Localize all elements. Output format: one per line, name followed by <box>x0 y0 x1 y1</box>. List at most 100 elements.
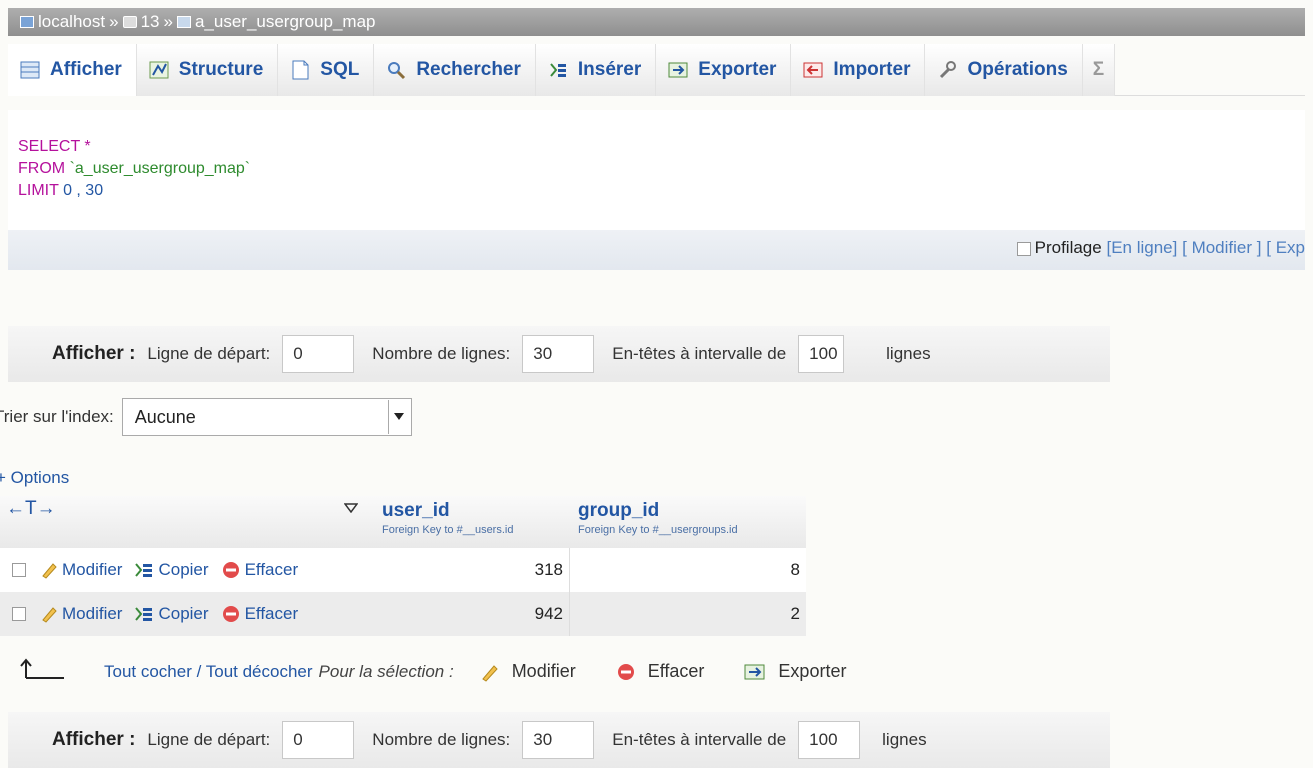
foreign-key-note: Foreign Key to #__usergroups.id <box>578 524 738 536</box>
sort-selected-value: Aucune <box>134 406 196 427</box>
profiling-links: Profilage [En ligne] [ Modifier ] [ Exp <box>1016 238 1305 258</box>
sort-index-select[interactable]: Aucune <box>121 398 412 436</box>
start-row-label: Ligne de départ: <box>147 344 271 363</box>
select-all-link[interactable]: Tout cocher / Tout décocher <box>104 662 313 682</box>
bulk-delete-label: Effacer <box>647 661 705 681</box>
pencil-icon <box>40 561 58 579</box>
column-header-user-id[interactable]: user_id Foreign Key to #__users.id <box>382 500 513 536</box>
sql-star: * <box>84 138 91 155</box>
delete-row-button[interactable]: Effacer <box>221 604 299 624</box>
copy-label: Copier <box>158 560 209 579</box>
copy-row-button[interactable]: Copier <box>134 604 209 624</box>
tab-structure[interactable]: Structure <box>136 44 279 96</box>
server-icon <box>20 16 34 28</box>
sql-from-keyword: FROM <box>18 160 66 177</box>
tab-sql[interactable]: SQL <box>278 44 375 96</box>
sort-triangle-icon[interactable] <box>343 500 359 516</box>
edit-label: Modifier <box>62 604 123 623</box>
database-icon <box>122 16 137 28</box>
bulk-delete-button[interactable]: Effacer <box>616 661 705 682</box>
delete-label: Effacer <box>244 604 299 623</box>
chevron-down-icon[interactable] <box>387 400 410 434</box>
breadcrumb: localhost » 13 » a_user_usergroup_map <box>8 8 1305 36</box>
start-row-label: Ligne de départ: <box>147 730 271 749</box>
breadcrumb-separator: » <box>109 12 119 31</box>
column-arrows-icon[interactable]: ←T→ <box>6 498 56 520</box>
edit-row-button[interactable]: Modifier <box>40 560 122 580</box>
row-count-input[interactable]: 30 <box>522 721 595 759</box>
profiling-label: Profilage <box>1034 238 1102 257</box>
cell-user-id[interactable]: 318 <box>380 548 570 592</box>
show-label: Afficher : <box>52 343 136 364</box>
search-icon <box>386 60 406 80</box>
tab-label: Afficher <box>50 59 122 80</box>
edit-label: Modifier <box>62 560 123 579</box>
tab-browse[interactable]: Afficher <box>8 44 137 96</box>
show-label: Afficher : <box>52 729 136 750</box>
table-row: Modifier Copier Effacer 318 8 <box>0 548 806 592</box>
tab-search[interactable]: Rechercher <box>374 44 536 96</box>
copy-row-button[interactable]: Copier <box>134 560 209 580</box>
delete-icon <box>221 560 241 580</box>
tab-label: Opérations <box>967 59 1068 80</box>
headers-interval-input[interactable]: 100 <box>798 335 845 373</box>
tab-more[interactable]: Σ <box>1082 44 1116 96</box>
sql-icon <box>290 60 310 80</box>
row-count-label: Nombre de lignes: <box>372 344 511 363</box>
tab-export[interactable]: Exporter <box>656 44 792 96</box>
import-icon <box>803 60 823 80</box>
breadcrumb-table[interactable]: a_user_usergroup_map <box>195 12 376 32</box>
row-checkbox[interactable] <box>12 563 26 577</box>
headers-interval-label: En-têtes à intervalle de <box>612 730 787 749</box>
inline-edit-link[interactable]: En ligne <box>1111 238 1172 257</box>
table-row: Modifier Copier Effacer 942 2 <box>0 592 806 636</box>
bulk-edit-button[interactable]: Modifier <box>480 661 576 682</box>
structure-icon <box>149 60 169 80</box>
sql-query-box: SELECT * FROM `a_user_usergroup_map` LIM… <box>8 110 1305 270</box>
for-selection-label: Pour la sélection : <box>318 661 454 681</box>
breadcrumb-server[interactable]: localhost <box>38 12 105 32</box>
options-toggle[interactable]: + Options <box>0 468 69 488</box>
tab-label: Rechercher <box>416 59 521 80</box>
bulk-export-button[interactable]: Exporter <box>744 661 846 682</box>
explain-link[interactable]: Exp <box>1276 238 1305 257</box>
start-row-input[interactable]: 0 <box>282 335 355 373</box>
navigation-bar-bottom: Afficher : Ligne de départ: 0 Nombre de … <box>8 712 1110 768</box>
column-header-group-id[interactable]: group_id Foreign Key to #__usergroups.id <box>578 500 738 536</box>
edit-row-button[interactable]: Modifier <box>40 604 122 624</box>
profiling-checkbox[interactable] <box>1016 241 1031 256</box>
delete-label: Effacer <box>244 560 299 579</box>
tab-import[interactable]: Importer <box>791 44 926 96</box>
main-tabs: Afficher Structure SQL Rechercher Insére… <box>8 44 1305 96</box>
headers-interval-input[interactable]: 100 <box>798 721 861 759</box>
sql-query: SELECT * FROM `a_user_usergroup_map` LIM… <box>18 136 250 202</box>
lines-label: lignes <box>886 344 931 363</box>
row-count-label: Nombre de lignes: <box>372 730 511 749</box>
delete-row-button[interactable]: Effacer <box>221 560 299 580</box>
arrow-up-left-icon <box>18 658 66 685</box>
breadcrumb-separator: » <box>163 12 173 31</box>
sql-select-keyword: SELECT <box>18 138 80 155</box>
bulk-export-label: Exporter <box>778 661 847 681</box>
start-row-input[interactable]: 0 <box>282 721 355 759</box>
more-icon: Σ <box>1092 59 1105 80</box>
column-name[interactable]: group_id <box>578 500 738 522</box>
tab-label: Importer <box>833 59 911 80</box>
column-name[interactable]: user_id <box>382 500 513 522</box>
row-count-input[interactable]: 30 <box>522 335 595 373</box>
bulk-actions: Tout cocher / Tout décocher Pour la séle… <box>18 658 886 685</box>
tab-label: Structure <box>178 59 264 80</box>
delete-icon <box>221 604 241 624</box>
cell-user-id[interactable]: 942 <box>380 592 570 636</box>
sort-label: Trier sur l'index: <box>0 407 114 426</box>
row-checkbox[interactable] <box>12 607 26 621</box>
tab-operations[interactable]: Opérations <box>925 44 1083 96</box>
tab-insert[interactable]: Insérer <box>535 44 657 96</box>
sql-table-name: `a_user_usergroup_map` <box>69 160 251 177</box>
edit-query-link[interactable]: Modifier <box>1192 238 1252 257</box>
cell-group-id[interactable]: 8 <box>572 548 806 592</box>
pencil-icon <box>480 662 500 682</box>
insert-icon <box>548 60 568 80</box>
cell-group-id[interactable]: 2 <box>572 592 806 636</box>
breadcrumb-database[interactable]: 13 <box>141 12 160 32</box>
